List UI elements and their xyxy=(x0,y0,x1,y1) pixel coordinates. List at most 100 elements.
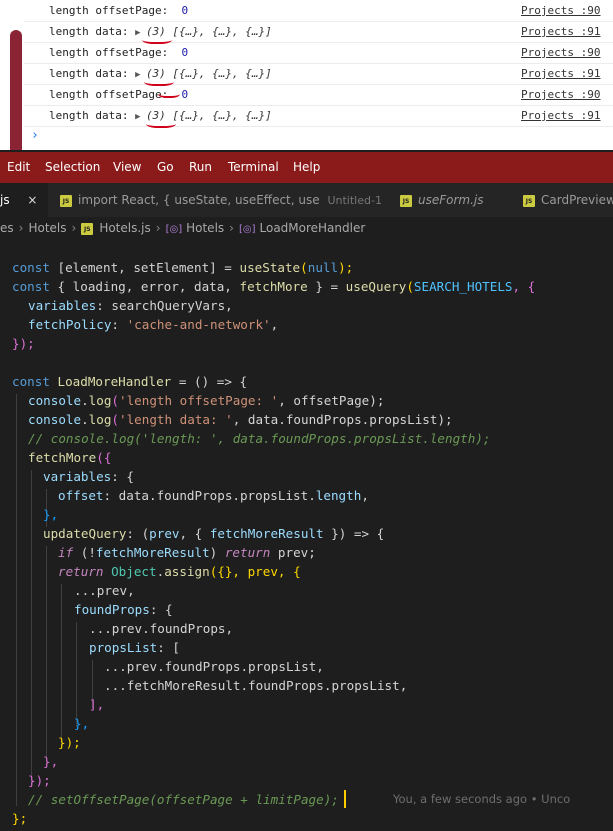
menu-go[interactable]: Go xyxy=(157,160,174,174)
tab-label: CardPreview. xyxy=(541,193,613,207)
code-line: }; xyxy=(12,811,28,826)
code-line: }, xyxy=(43,507,59,522)
code-line: }); xyxy=(12,336,35,351)
code-line: variables: { xyxy=(43,469,134,484)
tab-active-file[interactable]: js × xyxy=(0,183,48,217)
code-line: ...prev.foundProps, xyxy=(89,621,234,636)
red-underline-annotation xyxy=(144,76,174,86)
code-line: foundProps: { xyxy=(74,602,173,617)
console-row: length data: ▶ (3) [{…}, {…}, {…}] Proje… xyxy=(24,63,613,85)
code-line: const [element, setElement] = useState(n… xyxy=(12,260,354,275)
code-line: ...fetchMoreResult.foundProps.propsList, xyxy=(104,678,408,693)
code-line: if (!fetchMoreResult) return prev; xyxy=(58,545,316,560)
console-row: length data: ▶ (3) [{…}, {…}, {…}] Proje… xyxy=(24,21,613,43)
close-icon[interactable]: × xyxy=(27,193,37,207)
tab-label: js xyxy=(0,193,10,207)
code-line: updateQuery: (prev, { fetchMoreResult })… xyxy=(43,526,385,541)
js-file-icon: JS xyxy=(523,194,535,207)
console-scrollbar[interactable] xyxy=(10,30,22,150)
symbol-variable-icon: [◎] xyxy=(165,224,183,235)
code-comment: // console.log('length: ', data.foundPro… xyxy=(28,431,491,446)
chevron-right-icon: › xyxy=(155,221,161,235)
code-line: const { loading, error, data, fetchMore … xyxy=(12,279,536,294)
console-label: length data: xyxy=(49,67,136,80)
code-comment: // setOffsetPage(offsetPage + limitPage)… xyxy=(28,792,339,807)
code-line: offset: data.foundProps.propsList.length… xyxy=(58,488,369,503)
chevron-right-icon: › xyxy=(229,221,234,235)
menu-edit[interactable]: Edit xyxy=(7,160,30,174)
tab-untitled[interactable]: JS import React, { useState, useEffect, u… xyxy=(60,183,382,217)
js-file-icon: JS xyxy=(81,222,94,235)
console-label: length data: xyxy=(49,109,136,122)
menu-bar: Edit Selection View Go Run Terminal Help xyxy=(0,152,613,183)
indent-guide xyxy=(16,394,17,806)
tab-label: import React, { useState, useEffect, use xyxy=(78,193,320,207)
code-line: return Object.assign({}, prev, { xyxy=(58,564,301,579)
console-source-link[interactable]: Projects :91 xyxy=(521,105,600,126)
devtools-console: length offsetPage: 0 Projects :90 length… xyxy=(0,0,613,150)
text-cursor xyxy=(344,790,346,808)
expand-triangle-icon[interactable]: ▶ xyxy=(135,112,146,122)
indent-guide xyxy=(46,546,47,766)
menu-selection[interactable]: Selection xyxy=(45,160,100,174)
console-value: 0 xyxy=(181,4,189,17)
code-line: const LoadMoreHandler = () => { xyxy=(12,374,248,389)
code-line: propsList: [ xyxy=(89,640,180,655)
console-row: length offsetPage: 0 Projects :90 xyxy=(24,0,613,22)
code-line: console.log('length data: ', data.foundP… xyxy=(28,412,453,427)
console-label: length data: xyxy=(49,25,136,38)
console-label: length offsetPage: xyxy=(49,88,175,101)
symbol-variable-icon: [◎] xyxy=(238,224,256,235)
tab-sublabel: Untitled-1 xyxy=(327,194,382,207)
breadcrumb-item[interactable]: es xyxy=(0,221,14,235)
menu-help[interactable]: Help xyxy=(293,160,320,174)
console-source-link[interactable]: Projects :91 xyxy=(521,21,600,42)
breadcrumb-item[interactable]: Hotels xyxy=(186,221,224,235)
chevron-right-icon: › xyxy=(18,221,24,235)
code-line: }); xyxy=(28,773,51,788)
tab-useform[interactable]: JS useForm.js xyxy=(400,183,510,217)
js-file-icon: JS xyxy=(400,194,412,207)
code-line: ...prev.foundProps.propsList, xyxy=(104,659,324,674)
code-line: }); xyxy=(58,735,81,750)
menu-view[interactable]: View xyxy=(113,160,141,174)
console-source-link[interactable]: Projects :91 xyxy=(521,63,600,84)
breadcrumb-item[interactable]: LoadMoreHandler xyxy=(260,221,366,235)
console-value: 0 xyxy=(181,46,189,59)
breadcrumb: es › Hotels › JS Hotels.js › [◎] Hotels › [◎] LoadM… xyxy=(0,217,613,239)
tab-cardpreview[interactable]: JS CardPreview. xyxy=(523,183,613,217)
chevron-right-icon: › xyxy=(71,221,77,235)
code-line: console.log('length offsetPage: ', offse… xyxy=(28,393,385,408)
code-line: ...prev, xyxy=(74,583,135,598)
code-line: ], xyxy=(89,697,105,712)
git-blame-annotation: You, a few seconds ago • Unco xyxy=(393,792,571,806)
code-line: }, xyxy=(74,716,90,731)
editor-tab-bar: js × JS import React, { useState, useEffe… xyxy=(0,183,613,217)
console-label: length offsetPage: xyxy=(49,4,175,17)
console-source-link[interactable]: Projects :90 xyxy=(521,0,600,21)
indent-guide xyxy=(31,470,32,786)
console-label: length offsetPage: xyxy=(49,46,175,59)
red-underline-annotation xyxy=(142,34,172,44)
tab-label: useForm.js xyxy=(418,193,484,207)
js-file-icon: JS xyxy=(60,194,72,207)
menu-terminal[interactable]: Terminal xyxy=(228,160,279,174)
code-line: variables: searchQueryVars, xyxy=(28,298,233,313)
console-row: length offsetPage: 0 Projects :90 xyxy=(24,42,613,64)
red-underline-annotation xyxy=(158,88,180,98)
code-line: fetchMore({ xyxy=(28,450,112,465)
breadcrumb-item[interactable]: Hotels.js xyxy=(99,221,150,235)
console-source-link[interactable]: Projects :90 xyxy=(521,42,600,63)
console-row: length data: ▶ (3) [{…}, {…}, {…}] Proje… xyxy=(24,105,613,127)
console-prompt-icon[interactable]: › xyxy=(31,128,39,143)
indent-guide xyxy=(61,584,62,746)
console-value: 0 xyxy=(181,88,189,101)
console-source-link[interactable]: Projects :90 xyxy=(521,84,600,105)
code-line: }, xyxy=(43,754,59,769)
breadcrumb-item[interactable]: Hotels xyxy=(28,221,66,235)
console-row: length offsetPage: 0 Projects :90 xyxy=(24,84,613,106)
menu-run[interactable]: Run xyxy=(189,160,212,174)
indent-guide xyxy=(76,622,77,727)
red-underline-annotation xyxy=(146,118,176,128)
code-line: // setOffsetPage(offsetPage + limitPage)… xyxy=(28,790,339,809)
